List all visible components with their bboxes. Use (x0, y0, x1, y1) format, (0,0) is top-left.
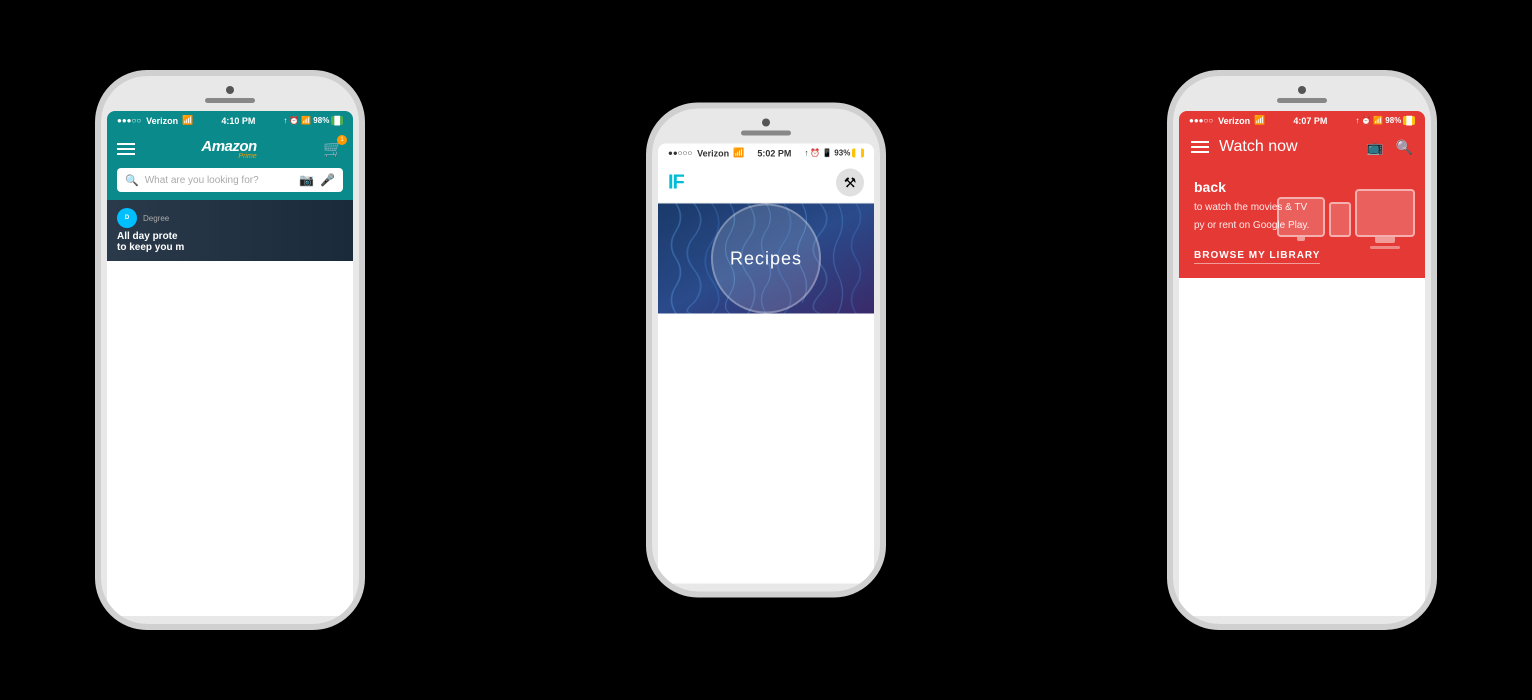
ad-brand-row: D Degree (117, 208, 343, 228)
gplay-content: back to watch the movies & TV py or rent… (1179, 164, 1425, 278)
phone-center: ●●○○○ Verizon 📶 5:02 PM ↑ ⏰ 📱 93% █ (646, 103, 886, 598)
battery-icon-right: █ (1403, 116, 1415, 125)
battery-icon-left: █ (331, 116, 343, 125)
carrier-center: Verizon (697, 148, 729, 158)
gplay-header: Watch now 📺 🔍 (1179, 130, 1425, 164)
watch-now-title: Watch now (1219, 138, 1298, 156)
alarm-left: ⏰ (289, 116, 299, 125)
voice-search-icon[interactable]: 🎤 (320, 173, 335, 187)
browse-library-label: BROWSE MY LIBRARY (1194, 250, 1320, 264)
monitor-device (1355, 189, 1415, 237)
recipes-label: Recipes (730, 248, 802, 269)
screen-center: ●●○○○ Verizon 📶 5:02 PM ↑ ⏰ 📱 93% █ (658, 144, 874, 584)
location-left: ↑ (283, 116, 287, 125)
phone-right: ●●●○○ Verizon 📶 4:07 PM ↑ ⏰ 📶 98% █ (1167, 70, 1437, 630)
browse-library-button[interactable]: BROWSE MY LIBRARY (1194, 246, 1320, 261)
bluetooth-right: 📶 (1373, 116, 1383, 125)
cast-icon[interactable]: 📺 (1366, 139, 1383, 156)
wifi-center: 📶 (733, 148, 744, 159)
time-right: 4:07 PM (1293, 116, 1327, 126)
screen-right: ●●●○○ Verizon 📶 4:07 PM ↑ ⏰ 📶 98% █ (1179, 111, 1425, 616)
ad-brand-name: Degree (143, 214, 169, 223)
phone-left: ●●●○○ Verizon 📶 4:10 PM ↑ ⏰ 📶 98% █ (95, 70, 365, 630)
status-bar-right: ●●●○○ Verizon 📶 4:07 PM ↑ ⏰ 📶 98% █ (1179, 111, 1425, 130)
carrier-left: Verizon (146, 116, 178, 126)
if-content-area: Recipes (658, 204, 874, 314)
wifi-left: 📶 (182, 115, 193, 126)
cart-container[interactable]: 🛒 1 (323, 139, 343, 159)
status-bar-center: ●●○○○ Verizon 📶 5:02 PM ↑ ⏰ 📱 93% █ (658, 144, 874, 163)
search-icon-right[interactable]: 🔍 (1396, 139, 1413, 156)
status-bar-left: ●●●○○ Verizon 📶 4:10 PM ↑ ⏰ 📶 98% █ (107, 111, 353, 130)
hamburger-line-2 (1191, 146, 1209, 148)
signal-right: ●●●○○ (1189, 116, 1213, 125)
ad-text-line1: All day prote (117, 231, 343, 242)
amazon-header: Amazon Prime 🛒 1 🔍 What are you looking … (107, 130, 353, 200)
location-right: ↑ (1355, 116, 1359, 125)
time-left: 4:10 PM (221, 116, 255, 126)
hamburger-menu-right[interactable] (1191, 141, 1209, 153)
recipes-circle[interactable]: Recipes (711, 204, 821, 314)
bluetooth-left: 📶 (301, 116, 311, 125)
hamburger-line-1 (1191, 141, 1209, 143)
search-icon-left: 🔍 (125, 174, 139, 187)
bottom-ad: D Degree All day prote to keep you m (107, 200, 353, 261)
cart-badge: 1 (337, 135, 347, 145)
scene: ●●●○○ Verizon 📶 4:10 PM ↑ ⏰ 📶 98% █ (0, 0, 1532, 700)
wifi-right: 📶 (1254, 115, 1265, 126)
alarm-center: ⏰ (810, 149, 820, 158)
search-placeholder: What are you looking for? (145, 175, 293, 186)
signal-left: ●●●○○ (117, 116, 141, 125)
if-header: IF ⚒ (658, 163, 874, 204)
ad-text-line2: to keep you m (117, 242, 343, 253)
speaker-center (741, 131, 791, 136)
gplay-header-icons: 📺 🔍 (1366, 139, 1413, 156)
battery-left: 98% (313, 116, 329, 125)
battery-center: 93% (834, 149, 850, 158)
time-center: 5:02 PM (757, 148, 791, 158)
monitor-base (1370, 246, 1400, 249)
bluetooth-center: 📱 (822, 149, 832, 158)
phone-device-small (1329, 202, 1351, 237)
hamburger-menu-left[interactable] (117, 143, 135, 155)
camera-right (1298, 86, 1306, 94)
location-center: ↑ (804, 149, 808, 158)
battery-right: 98% (1385, 116, 1401, 125)
if-logo: IF (668, 171, 684, 194)
if-menu-icon[interactable]: ⚒ (836, 169, 864, 197)
alarm-right: ⏰ (1361, 116, 1371, 125)
camera-left (226, 86, 234, 94)
amazon-search-bar[interactable]: 🔍 What are you looking for? 📷 🎤 (117, 168, 343, 192)
battery-icon-center: █ (852, 149, 864, 158)
monitor-stand (1375, 237, 1395, 243)
tablet-device (1277, 197, 1325, 237)
gplay-header-left: Watch now (1191, 138, 1298, 156)
camera-center (762, 119, 770, 127)
speaker-left (205, 98, 255, 103)
signal-center: ●●○○○ (668, 149, 692, 158)
screen-left: ●●●○○ Verizon 📶 4:10 PM ↑ ⏰ 📶 98% █ (107, 111, 353, 616)
devices-illustration (1277, 189, 1415, 237)
carrier-right: Verizon (1218, 116, 1250, 126)
hamburger-line-3 (1191, 151, 1209, 153)
tablet-stand (1297, 237, 1305, 241)
speaker-right (1277, 98, 1327, 103)
amazon-logo: Amazon Prime (201, 138, 256, 160)
camera-search-icon[interactable]: 📷 (299, 173, 314, 187)
degree-logo: D (117, 208, 137, 228)
